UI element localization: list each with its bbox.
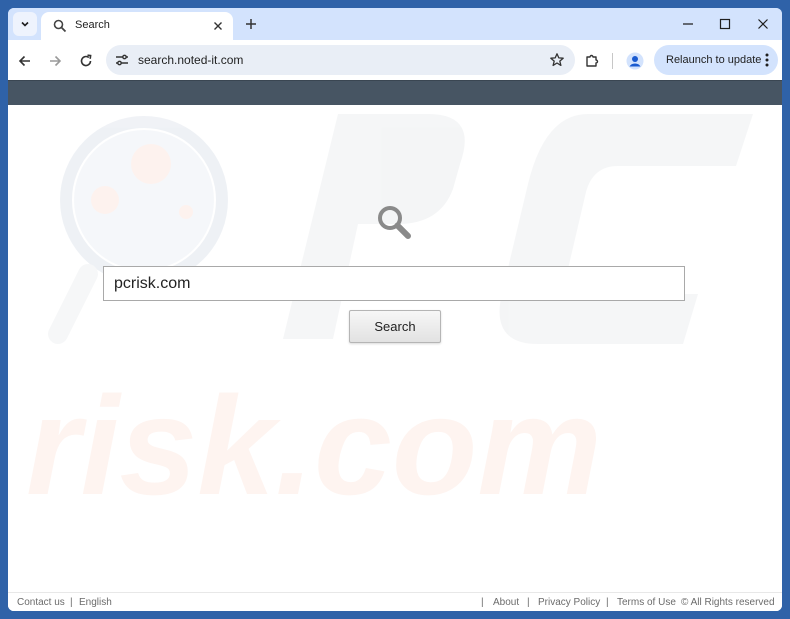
page-footer: Contact us | English | About | Privacy P… bbox=[8, 592, 782, 611]
close-icon bbox=[214, 22, 222, 30]
close-icon bbox=[758, 19, 768, 29]
search-button[interactable]: Search bbox=[349, 310, 441, 343]
footer-link-language[interactable]: English bbox=[79, 597, 112, 608]
forward-button[interactable] bbox=[44, 50, 66, 72]
footer-separator: | bbox=[481, 597, 484, 608]
magnifier-icon bbox=[378, 206, 411, 239]
browser-window: Search search.noted-it.com Relaunch to u… bbox=[8, 8, 782, 611]
maximize-icon bbox=[719, 18, 731, 30]
forward-icon bbox=[50, 55, 62, 67]
search-input[interactable] bbox=[103, 266, 685, 301]
reload-icon bbox=[80, 54, 92, 67]
page-content: risk.com Search Contact us | English | A… bbox=[8, 80, 782, 611]
address-bar[interactable]: search.noted-it.com bbox=[106, 45, 575, 75]
close-window-button[interactable] bbox=[749, 14, 777, 34]
footer-copyright: © All Rights reserved bbox=[681, 597, 775, 608]
footer-link-about[interactable]: About bbox=[493, 597, 519, 608]
chevron-down-icon bbox=[21, 21, 29, 27]
tab-title: Search bbox=[75, 19, 110, 31]
page-header-bar bbox=[8, 80, 782, 105]
footer-separator: | bbox=[606, 597, 609, 608]
pcrisk-watermark: risk.com bbox=[26, 114, 753, 524]
back-icon bbox=[18, 55, 30, 67]
tab-search[interactable]: Search bbox=[41, 12, 233, 40]
watermark-text: risk.com bbox=[26, 367, 602, 524]
relaunch-label: Relaunch to update bbox=[666, 54, 762, 66]
tab-strip: Search bbox=[8, 8, 782, 40]
footer-link-terms[interactable]: Terms of Use bbox=[617, 597, 676, 608]
reload-button[interactable] bbox=[75, 50, 97, 72]
back-button[interactable] bbox=[14, 50, 36, 72]
extensions-icon bbox=[586, 54, 599, 67]
footer-separator: | bbox=[70, 597, 73, 608]
star-icon[interactable] bbox=[549, 52, 565, 68]
maximize-button[interactable] bbox=[711, 14, 739, 34]
url-text: search.noted-it.com bbox=[138, 53, 244, 67]
tune-icon[interactable] bbox=[114, 52, 130, 68]
profile-icon bbox=[626, 52, 644, 70]
search-icon bbox=[53, 19, 67, 33]
footer-link-privacy[interactable]: Privacy Policy bbox=[538, 597, 600, 608]
new-tab-button[interactable] bbox=[241, 14, 261, 34]
relaunch-button[interactable]: Relaunch to update bbox=[654, 45, 778, 75]
toolbar-divider bbox=[612, 53, 613, 69]
more-vertical-icon bbox=[765, 53, 769, 67]
extensions-button[interactable] bbox=[581, 50, 603, 72]
tab-close-button[interactable] bbox=[209, 17, 227, 35]
footer-link-contact[interactable]: Contact us bbox=[17, 597, 65, 608]
browser-toolbar: search.noted-it.com Relaunch to update bbox=[8, 40, 782, 80]
minimize-icon bbox=[683, 23, 693, 25]
footer-separator: | bbox=[527, 597, 530, 608]
minimize-button[interactable] bbox=[674, 14, 702, 34]
tab-search-button[interactable] bbox=[13, 12, 37, 36]
plus-icon bbox=[246, 19, 256, 29]
profile-button[interactable] bbox=[624, 50, 646, 72]
